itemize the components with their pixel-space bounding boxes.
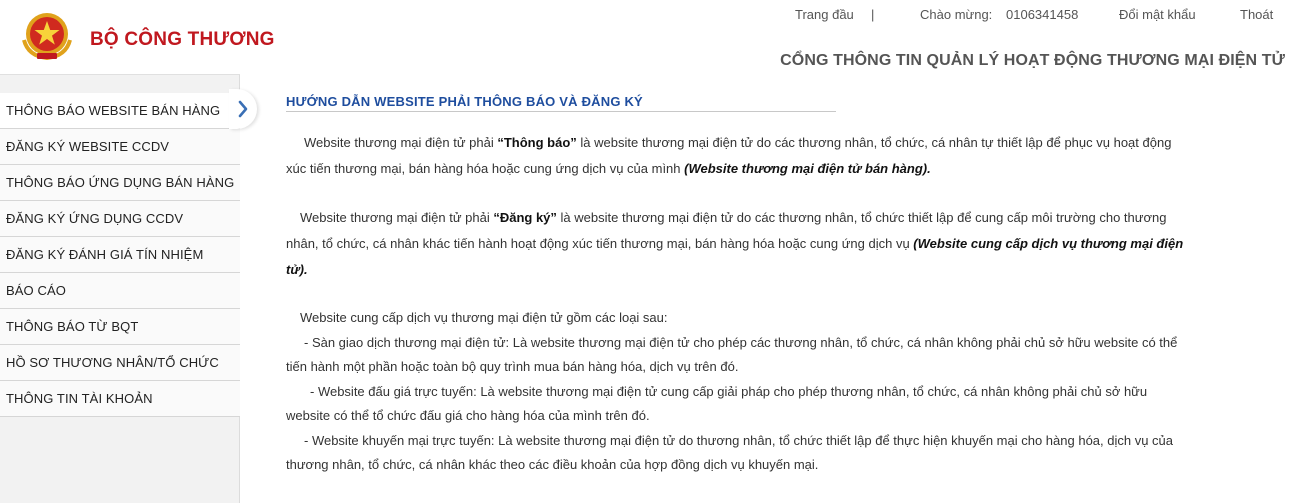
sidebar-item-label: THÔNG BÁO TỪ BQT — [6, 319, 139, 334]
sidebar-item-label: ĐĂNG KÝ WEBSITE CCDV — [6, 139, 170, 154]
sidebar-item-dang-ky-ung-dung[interactable]: ĐĂNG KÝ ỨNG DỤNG CCDV — [0, 201, 240, 237]
welcome-label: Chào mừng: — [920, 7, 993, 22]
list-item: - Sàn giao dịch thương mại điện tử: Là w… — [286, 334, 1178, 375]
sidebar-item-label: HỒ SƠ THƯƠNG NHÂN/TỔ CHỨC — [6, 355, 219, 370]
active-indicator — [229, 89, 257, 129]
portal-title: CỔNG THÔNG TIN QUẢN LÝ HOẠT ĐỘNG THƯƠNG … — [780, 52, 1285, 69]
username: 0106341458 — [1006, 7, 1079, 22]
logout-link[interactable]: Thoát — [1240, 7, 1273, 22]
home-link[interactable]: Trang đầu — [795, 7, 854, 22]
paragraph-thong-bao: Website thương mại điện tử phải “Thông b… — [286, 130, 1186, 182]
chevron-right-icon — [238, 100, 248, 118]
sidebar-item-label: THÔNG BÁO WEBSITE BÁN HÀNG — [6, 103, 221, 118]
paragraph-dang-ky: Website thương mại điện tử phải “Đăng ký… — [286, 205, 1186, 283]
paragraph-loai-website: Website cung cấp dịch vụ thương mại điện… — [286, 306, 1186, 478]
title-divider — [286, 111, 836, 112]
sidebar-item-bao-cao[interactable]: BÁO CÁO — [0, 273, 240, 309]
sidebar-item-tai-khoan[interactable]: THÔNG TIN TÀI KHOẢN — [0, 381, 240, 417]
sidebar-item-label: ĐĂNG KÝ ĐÁNH GIÁ TÍN NHIỆM — [6, 247, 204, 262]
sidebar-item-thong-bao-website[interactable]: THÔNG BÁO WEBSITE BÁN HÀNG — [0, 93, 240, 129]
sidebar-item-label: BÁO CÁO — [6, 283, 66, 298]
text: Website thương mại điện tử phải — [304, 135, 498, 150]
sidebar-item-danh-gia-tin-nhiem[interactable]: ĐĂNG KÝ ĐÁNH GIÁ TÍN NHIỆM — [0, 237, 240, 273]
sidebar-item-dang-ky-website[interactable]: ĐĂNG KÝ WEBSITE CCDV — [0, 129, 240, 165]
list-item: - Website đấu giá trực tuyến: Là website… — [286, 383, 1148, 424]
list-intro: Website cung cấp dịch vụ thương mại điện… — [300, 310, 668, 325]
top-nav: Trang đầu | Chào mừng: 0106341458 Đổi mậ… — [787, 7, 1287, 23]
change-password-link[interactable]: Đổi mật khẩu — [1119, 7, 1196, 22]
page-title: HƯỚNG DẪN WEBSITE PHẢI THÔNG BÁO VÀ ĐĂNG… — [286, 94, 643, 109]
text: Website thương mại điện tử phải — [300, 210, 494, 225]
sidebar-divider — [0, 74, 240, 75]
sidebar-item-label: ĐĂNG KÝ ỨNG DỤNG CCDV — [6, 211, 184, 226]
brand-name[interactable]: BỘ CÔNG THƯƠNG — [90, 29, 275, 51]
emphasis-text: (Website thương mại điện tử bán hàng). — [684, 161, 931, 176]
national-emblem-icon — [18, 10, 76, 62]
page: BỘ CÔNG THƯƠNG Trang đầu | Chào mừng: 01… — [0, 0, 1297, 503]
sidebar-item-ho-so[interactable]: HỒ SƠ THƯƠNG NHÂN/TỔ CHỨC — [0, 345, 240, 381]
sidebar-item-thong-bao-ung-dung[interactable]: THÔNG BÁO ỨNG DỤNG BÁN HÀNG — [0, 165, 240, 201]
sidebar-item-thong-bao-bqt[interactable]: THÔNG BÁO TỪ BQT — [0, 309, 240, 345]
sidebar-item-label: THÔNG BÁO ỨNG DỤNG BÁN HÀNG — [6, 175, 235, 190]
nav-separator: | — [871, 7, 875, 22]
bold-text: “Đăng ký” — [493, 210, 557, 225]
bold-text: “Thông báo” — [497, 135, 577, 150]
sidebar-item-label: THÔNG TIN TÀI KHOẢN — [6, 391, 153, 406]
list-item: - Website khuyến mại trực tuyến: Là webs… — [286, 432, 1174, 473]
header: BỘ CÔNG THƯƠNG Trang đầu | Chào mừng: 01… — [0, 0, 1297, 74]
